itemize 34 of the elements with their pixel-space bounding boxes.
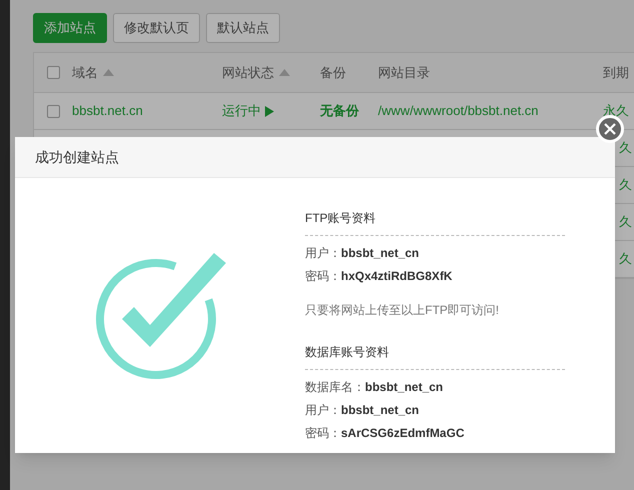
- column-header[interactable]: 到期: [603, 62, 629, 82]
- section-heading: FTP账号资料: [305, 210, 376, 226]
- field-value: bbsbt_net_cn: [341, 245, 420, 261]
- expiry-text: 久: [619, 177, 632, 192]
- column-header[interactable]: 域名: [72, 62, 98, 82]
- toolbar-button[interactable]: 添加站点: [33, 13, 107, 43]
- field-value: bbsbt_net_cn: [365, 379, 444, 395]
- expiry-text: 久: [619, 251, 632, 266]
- expiry-text: 久: [619, 214, 632, 230]
- dialog-title: 成功创建站点: [35, 148, 119, 166]
- column-header[interactable]: 备份: [320, 62, 346, 82]
- upload-note: 只要将网站上传至以上FTP即可访问!: [305, 302, 499, 318]
- select-all-checkbox[interactable]: [46, 66, 60, 79]
- domain-link[interactable]: bbsbt.net.cn: [72, 103, 143, 118]
- field-value: sArCSG6zEdmfMaGC: [341, 425, 464, 441]
- backup-link[interactable]: 无备份: [320, 103, 359, 118]
- field-label: 密码：: [305, 425, 341, 441]
- column-header[interactable]: 网站状态: [222, 62, 274, 82]
- row-checkbox[interactable]: [46, 104, 60, 118]
- close-icon: [604, 123, 616, 135]
- field-value: bbsbt_net_cn: [341, 402, 420, 418]
- status-text[interactable]: 运行中: [222, 101, 261, 121]
- field-label: 密码：: [305, 268, 341, 284]
- section-heading: 数据库账号资料: [305, 344, 389, 360]
- field-value: hxQx4ztiRdBG8XfK: [341, 268, 452, 284]
- field-label: 用户：: [305, 402, 341, 418]
- path-link[interactable]: /www/wwwroot/bbsbt.net.cn: [378, 103, 538, 118]
- play-icon: [265, 106, 274, 116]
- field-label: 数据库名：: [305, 379, 365, 395]
- toolbar-button[interactable]: 修改默认页: [113, 13, 200, 43]
- column-header[interactable]: 网站目录: [378, 62, 430, 82]
- toolbar-button[interactable]: 默认站点: [206, 13, 280, 43]
- expiry-text: 久: [619, 140, 632, 156]
- field-label: 用户：: [305, 245, 341, 261]
